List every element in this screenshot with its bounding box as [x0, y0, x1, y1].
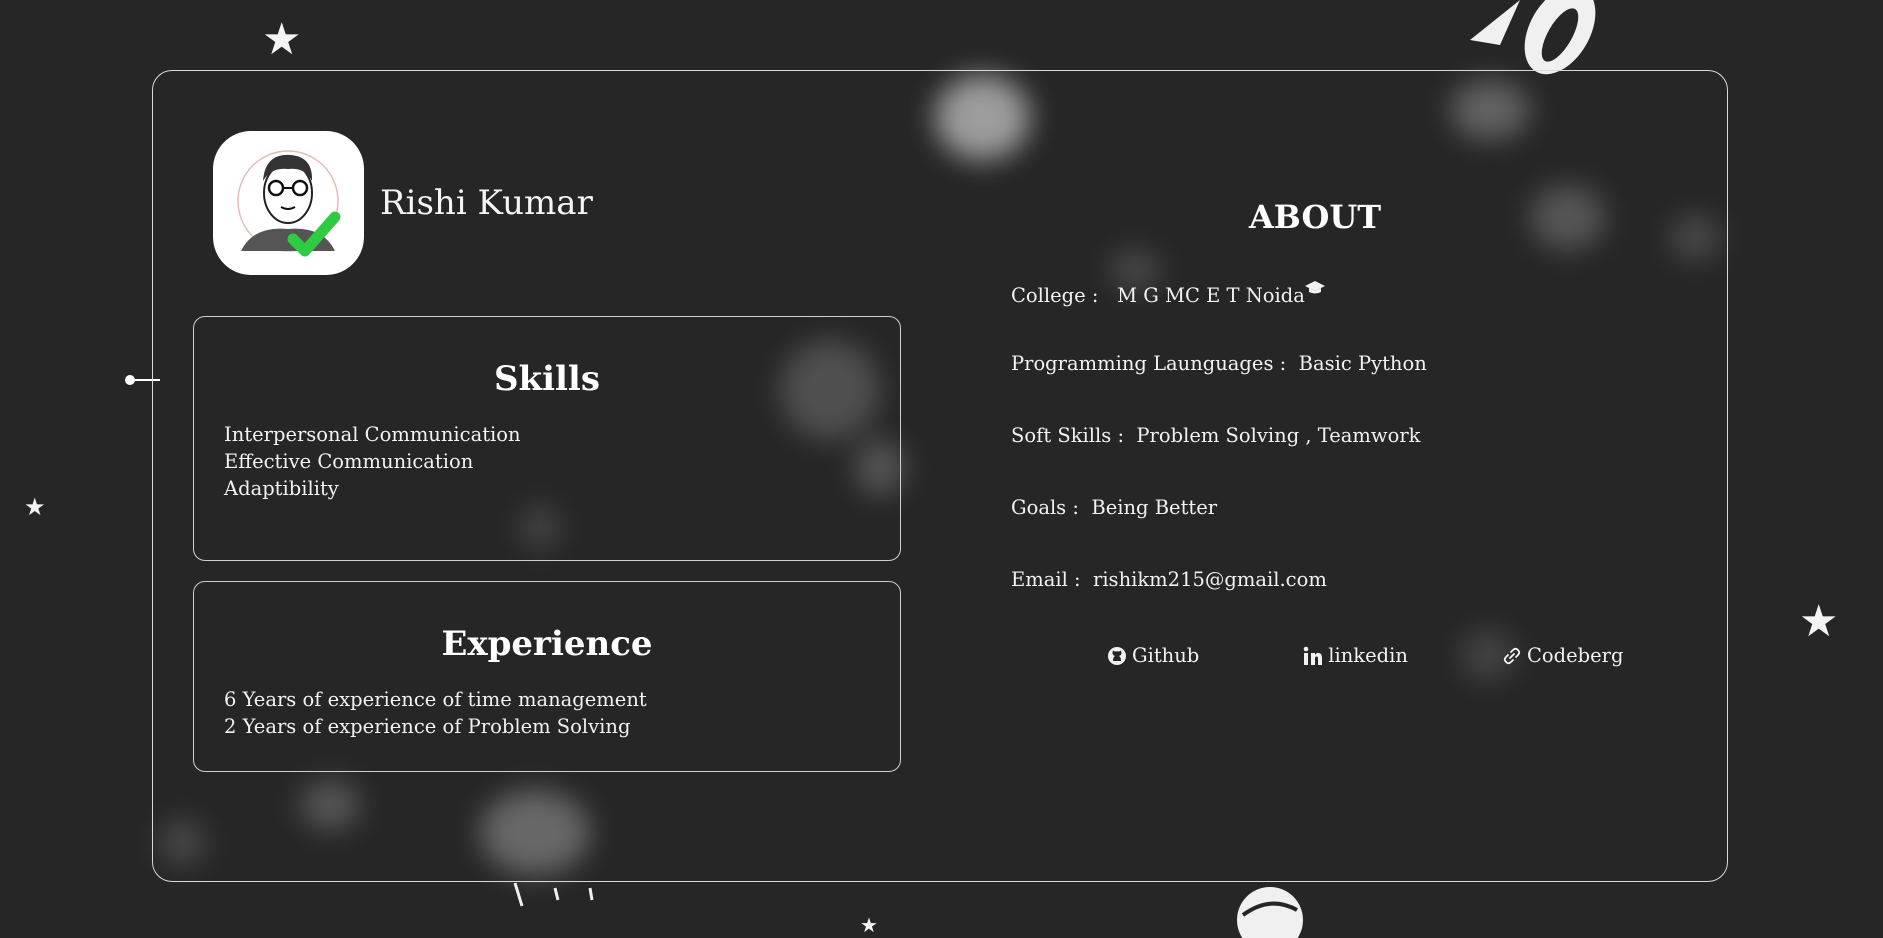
list-item: Interpersonal Communication: [224, 423, 521, 446]
experience-list: 6 Years of experience of time management…: [194, 686, 900, 740]
linkedin-label: linkedin: [1328, 644, 1408, 667]
about-row-soft-skills: Soft Skills : Problem Solving , Teamwork: [1011, 424, 1619, 496]
linkedin-link[interactable]: linkedin: [1303, 644, 1408, 667]
codeberg-link[interactable]: Codeberg: [1502, 644, 1624, 667]
graduation-cap-icon: [1304, 281, 1325, 294]
social-links: Github linkedin Codeberg: [1107, 644, 1623, 667]
about-section: ABOUT College : M G MC E T Noida Program…: [1011, 198, 1619, 640]
experience-panel: Experience 6 Years of experience of time…: [193, 581, 901, 772]
profile-name: Rishi Kumar: [380, 183, 593, 223]
star-icon: ★: [1799, 596, 1839, 647]
about-label: Soft Skills :: [1011, 424, 1125, 447]
link-icon: [1503, 647, 1521, 664]
star-icon: ★: [24, 493, 46, 521]
list-item: 2 Years of experience of Problem Solving: [224, 715, 631, 738]
list-item: Effective Communication: [224, 450, 474, 473]
about-row-college: College : M G MC E T Noida: [1011, 280, 1619, 352]
codeberg-label: Codeberg: [1526, 644, 1624, 667]
about-label: Programming Launguages :: [1011, 352, 1287, 375]
github-icon: [1108, 646, 1126, 665]
skills-title: Skills: [493, 359, 600, 399]
about-value: Problem Solving , Teamwork: [1136, 424, 1421, 447]
rocket-icon: [1470, 0, 1596, 75]
about-value: Being Better: [1091, 496, 1218, 519]
profile-header: Rishi Kumar: [213, 131, 593, 275]
about-value: M G MC E T Noida: [1117, 284, 1305, 307]
about-label: Email :: [1011, 568, 1081, 591]
github-label: Github: [1132, 644, 1200, 667]
about-value: rishikm215@gmail.com: [1093, 568, 1327, 591]
list-item: 6 Years of experience of time management: [224, 688, 647, 711]
list-item: Adaptibility: [224, 477, 339, 500]
about-label: College :: [1011, 284, 1099, 307]
star-icon: ★: [262, 14, 302, 65]
about-value: Basic Python: [1298, 352, 1427, 375]
about-row-languages: Programming Launguages : Basic Python: [1011, 352, 1619, 424]
avatar: [213, 131, 364, 275]
skills-panel: Skills Interpersonal Communication Effec…: [193, 316, 901, 561]
about-row-goals: Goals : Being Better: [1011, 496, 1619, 568]
github-link[interactable]: Github: [1107, 644, 1199, 667]
experience-title: Experience: [441, 624, 653, 664]
comet-icon: [513, 882, 594, 907]
planet-icon: [1237, 887, 1303, 938]
star-icon: ★: [860, 913, 878, 937]
linkedin-icon: [1303, 646, 1323, 665]
about-label: Goals :: [1011, 496, 1079, 519]
about-title: ABOUT: [1248, 198, 1382, 236]
skills-list: Interpersonal Communication Effective Co…: [194, 421, 900, 502]
about-row-email: Email : rishikm215@gmail.com: [1011, 568, 1619, 640]
